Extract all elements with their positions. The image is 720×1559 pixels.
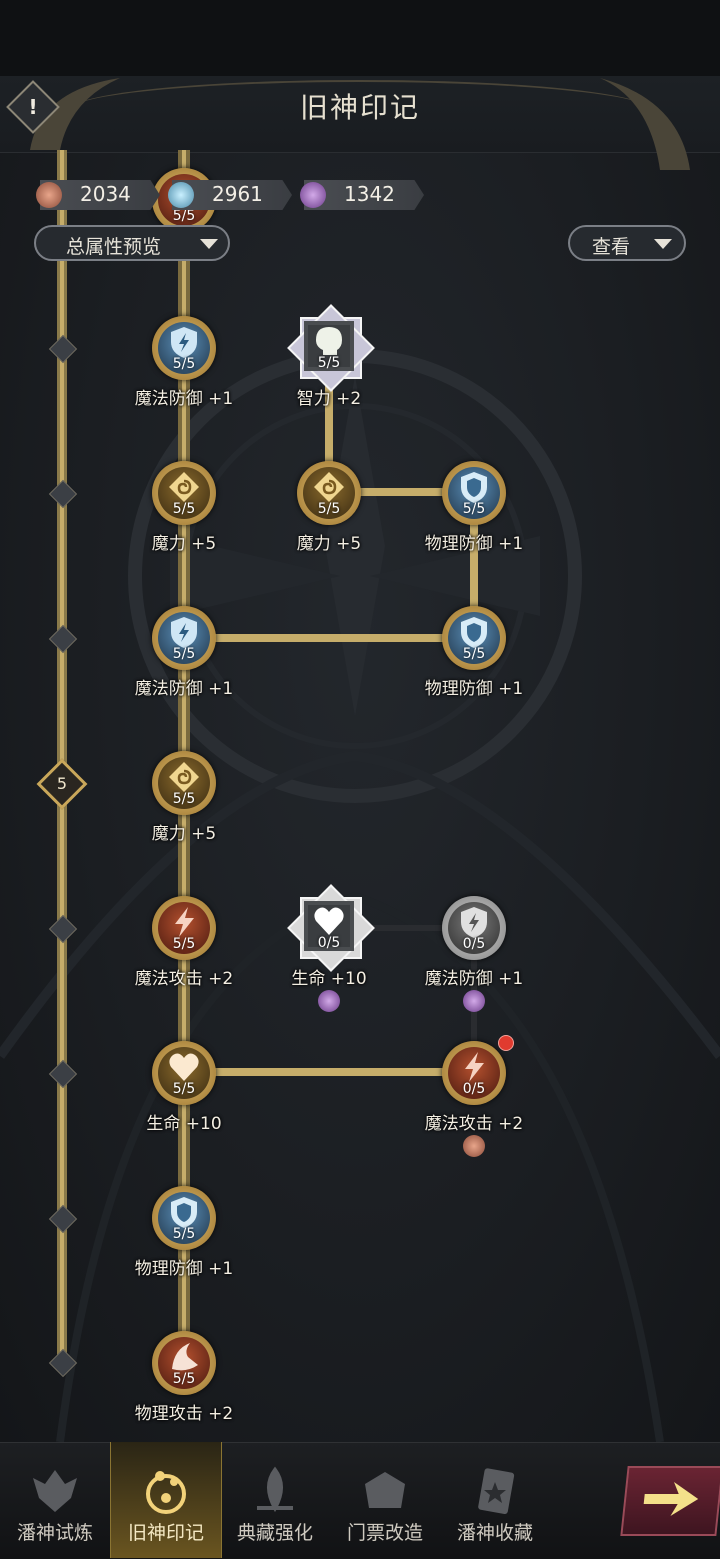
- tab-pan-collection[interactable]: 潘神收藏: [440, 1442, 550, 1558]
- node-label: 魔法防御 +1: [424, 969, 524, 989]
- node-label: 物理防御 +1: [424, 534, 524, 554]
- resource-value: 2034: [80, 182, 131, 206]
- chevron-down-icon: [654, 239, 672, 249]
- tab-label: 旧神印记: [127, 1522, 204, 1544]
- node-label: 魔力 +5: [151, 534, 217, 554]
- chevron-down-icon: [200, 239, 218, 249]
- tab-old-god-mark[interactable]: 旧神印记: [110, 1442, 222, 1558]
- resource-value: 2961: [212, 182, 263, 206]
- milestone-level: 5: [56, 774, 68, 793]
- lightning-icon: [175, 907, 194, 937]
- tab-ticket-modify[interactable]: 门票改造: [330, 1442, 440, 1558]
- node-count: 5/5: [172, 1081, 196, 1097]
- head-icon: [316, 327, 342, 355]
- crystal-gem-icon: [168, 182, 194, 208]
- skill-node-magic-defense-locked[interactable]: 0/5: [442, 896, 506, 960]
- skill-node-health-locked[interactable]: 0/5: [284, 881, 375, 972]
- node-count: 5/5: [172, 1371, 196, 1387]
- shield-icon: [171, 1197, 197, 1228]
- violet-gem-icon: [300, 182, 326, 208]
- dropdown-label: 总属性预览: [66, 236, 162, 258]
- resource-value: 1342: [344, 182, 395, 206]
- skill-node-intelligence[interactable]: 5/5: [284, 301, 375, 392]
- node-count: 0/5: [462, 936, 486, 952]
- node-count: 5/5: [462, 646, 486, 662]
- spiral-icon: [169, 762, 199, 792]
- node-label: 魔法攻击 +2: [424, 1114, 524, 1134]
- tab-label: 潘神收藏: [456, 1522, 533, 1544]
- view-dropdown[interactable]: 查看: [568, 225, 686, 261]
- node-label: 生命 +10: [146, 1114, 222, 1134]
- node-count: 0/5: [317, 935, 341, 951]
- tab-label: 门票改造: [346, 1522, 423, 1544]
- node-label: 智力 +2: [296, 389, 362, 409]
- node-label: 魔法防御 +1: [134, 389, 234, 409]
- node-label: 生命 +10: [291, 969, 367, 989]
- tab-pan-trial[interactable]: 潘神试炼: [0, 1442, 110, 1558]
- rose-gem-icon: [463, 1135, 485, 1157]
- skill-node-physical-defense[interactable]: 5/5: [442, 606, 506, 670]
- heart-icon: [169, 1053, 199, 1081]
- node-label: 魔法攻击 +2: [134, 969, 234, 989]
- skill-node-mana[interactable]: 5/5: [297, 461, 361, 525]
- skill-node-magic-defense[interactable]: 5/5: [152, 316, 216, 380]
- node-count: 5/5: [317, 501, 341, 517]
- node-label: 魔法防御 +1: [134, 679, 234, 699]
- shield-lightning-icon: [171, 327, 197, 358]
- shield-icon: [461, 472, 487, 503]
- shield-icon: [461, 617, 487, 648]
- enhance-icon: [257, 1466, 293, 1513]
- node-count: 5/5: [172, 501, 196, 517]
- skill-node-mana[interactable]: 5/5: [152, 461, 216, 525]
- skill-node-physical-defense[interactable]: 5/5: [442, 461, 506, 525]
- skill-node-health[interactable]: 5/5: [152, 1041, 216, 1105]
- ticket-icon: [365, 1472, 405, 1508]
- spiral-icon: [314, 472, 344, 502]
- heart-icon: [314, 907, 344, 935]
- shield-lightning-icon: [171, 617, 197, 648]
- claw-icon: [172, 1343, 198, 1371]
- arrow-right-icon: [643, 1482, 699, 1516]
- node-label: 物理防御 +1: [424, 679, 524, 699]
- next-button[interactable]: [620, 1466, 720, 1536]
- node-count: 5/5: [172, 936, 196, 952]
- total-attributes-dropdown[interactable]: 总属性预览: [34, 225, 230, 261]
- skill-node-physical-defense[interactable]: 5/5: [152, 1186, 216, 1250]
- skill-node-physical-attack[interactable]: 5/5: [152, 1331, 216, 1395]
- node-count: 5/5: [462, 501, 486, 517]
- node-count: 5/5: [172, 1226, 196, 1242]
- mark-icon: [146, 1471, 186, 1514]
- trial-icon: [33, 1470, 77, 1512]
- skill-node-magic-defense[interactable]: 5/5: [152, 606, 216, 670]
- violet-gem-icon: [318, 990, 340, 1012]
- node-count: 5/5: [172, 208, 196, 224]
- skill-node-magic-attack[interactable]: 0/5: [442, 1041, 506, 1105]
- notification-dot: [498, 1035, 514, 1051]
- shield-lightning-icon: [461, 907, 487, 938]
- lightning-icon: [465, 1052, 484, 1082]
- tab-label: 典藏强化: [236, 1522, 313, 1544]
- node-count: 5/5: [172, 646, 196, 662]
- collection-icon: [478, 1468, 515, 1514]
- spiral-icon: [169, 472, 199, 502]
- node-count: 0/5: [462, 1081, 486, 1097]
- node-label: 魔力 +5: [296, 534, 362, 554]
- node-label: 物理防御 +1: [134, 1259, 234, 1279]
- node-count: 5/5: [172, 791, 196, 807]
- violet-gem-icon: [463, 990, 485, 1012]
- tab-collection-enhance[interactable]: 典藏强化: [220, 1442, 330, 1558]
- tab-label: 潘神试炼: [16, 1522, 93, 1544]
- node-count: 5/5: [317, 355, 341, 371]
- skill-node-mana[interactable]: 5/5: [152, 751, 216, 815]
- node-label: 物理攻击 +2: [134, 1404, 234, 1424]
- node-label: 魔力 +5: [151, 824, 217, 844]
- dropdown-label: 查看: [592, 236, 631, 258]
- rose-gem-icon: [36, 182, 62, 208]
- skill-node-magic-attack[interactable]: 5/5: [152, 896, 216, 960]
- node-count: 5/5: [172, 356, 196, 372]
